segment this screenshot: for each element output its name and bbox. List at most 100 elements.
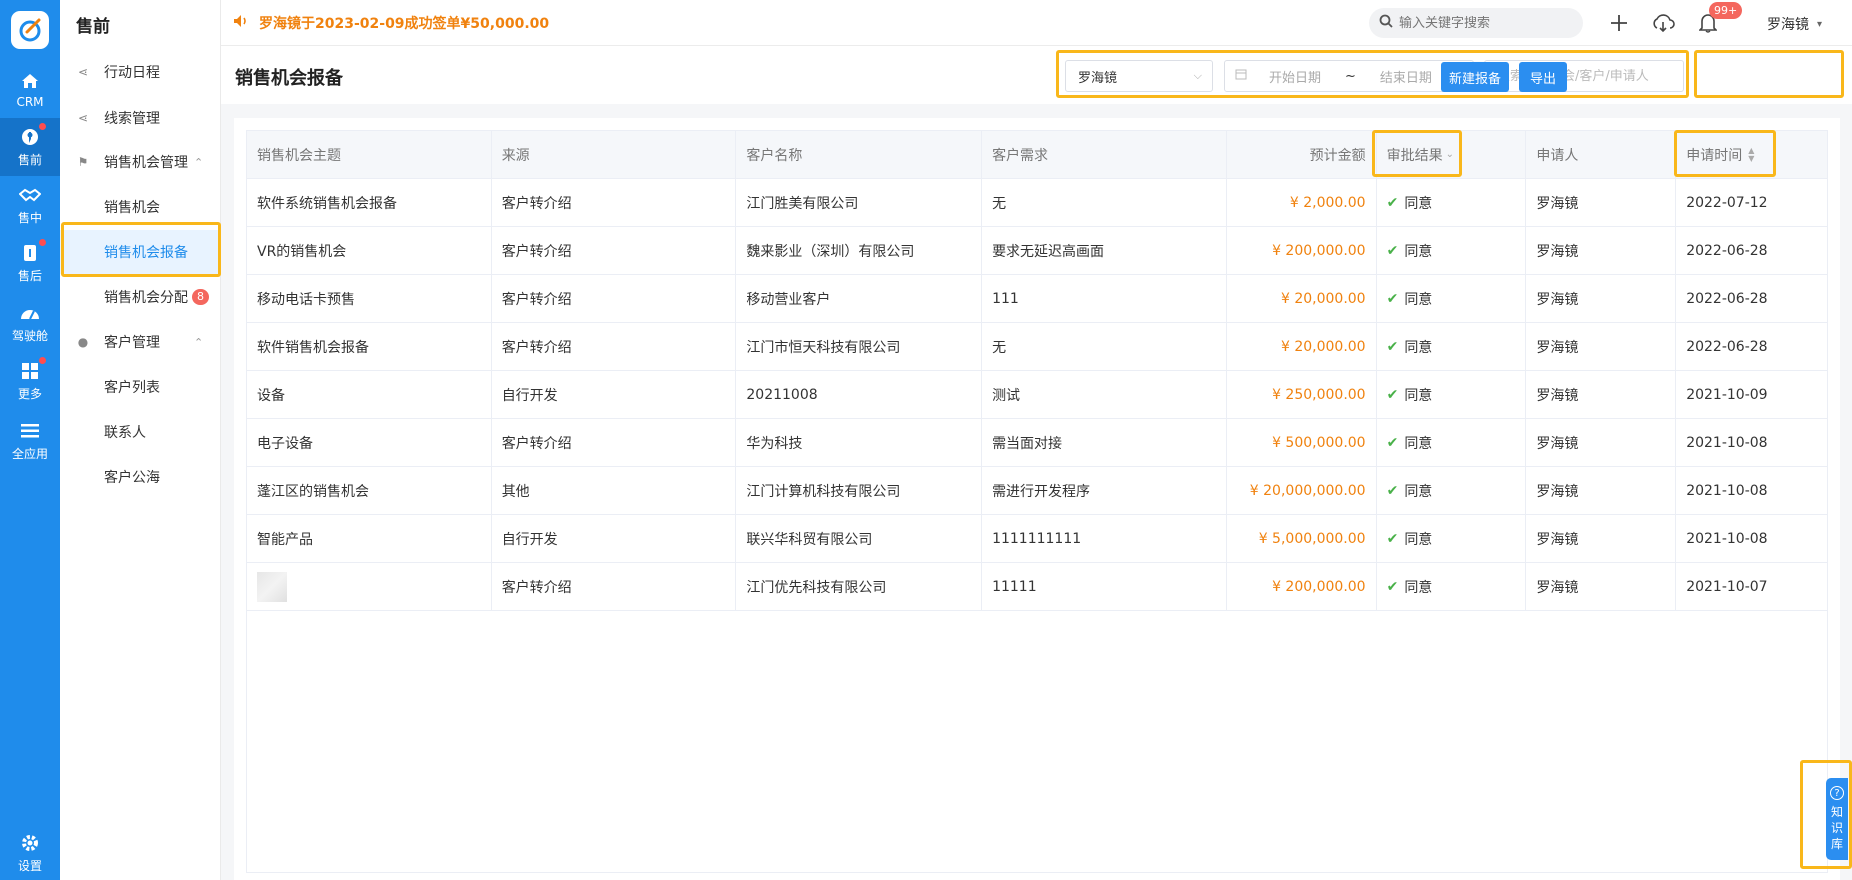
cell-topic[interactable]: VR的销售机会 (247, 227, 492, 274)
rail-item-crm[interactable]: CRM (0, 60, 60, 118)
cell-amount: ¥ 20,000.00 (1227, 275, 1377, 322)
cell-customer: 江门优先科技有限公司 (736, 563, 983, 610)
table-row[interactable]: VR的销售机会 客户转介绍 魏来影业（深圳）有限公司 要求无延迟高画面 ¥ 200,00… (247, 227, 1827, 275)
cell-amount: ¥ 20,000,000.00 (1227, 467, 1377, 514)
column-header: 来源 (492, 131, 737, 178)
cell-topic[interactable]: 软件系统销售机会报备 (247, 179, 492, 226)
calendar-icon (1235, 68, 1247, 84)
table-body: 软件系统销售机会报备 客户转介绍 江门胜美有限公司无 ¥ 2,000.00 ✔ 同意 罗海镜… (247, 179, 1827, 611)
sidebar-item-label: 销售机会 (104, 200, 160, 216)
handshake-icon (19, 184, 41, 206)
rail-item-label: 售前 (17, 153, 42, 167)
rail-item-label: 更多 (17, 387, 42, 401)
gear-icon (19, 832, 41, 854)
sidebar-item-leads[interactable]: ⋖ 线索管理 (60, 96, 221, 140)
table-row[interactable]: 设备 自行开发 20211008 测试 ¥ 250,000.00 ✔ 同意 罗海镜 2021-1… (247, 371, 1827, 419)
caret-down-icon: ▾ (1817, 18, 1823, 30)
cell-need: 需进行开发程序 (982, 467, 1227, 514)
rail-item-label: CRM (16, 94, 44, 109)
cloud-download-icon[interactable] (1650, 10, 1676, 36)
sidebar-item-label: 客户列表 (104, 380, 160, 396)
search-input[interactable] (1399, 15, 1569, 31)
count-badge: 8 (192, 289, 209, 305)
sidebar-item-label: 客户公海 (104, 470, 160, 486)
knowledge-base-button[interactable]: ? 知 识 库 (1826, 778, 1848, 860)
sidebar-item-opportunity-report[interactable]: 销售机会报备 (60, 230, 221, 274)
sort-icon[interactable]: ▲ ▼ (1748, 146, 1754, 163)
rail-item-insale[interactable]: 售中 (0, 176, 60, 234)
cell-result: ✔ 同意 (1377, 179, 1527, 226)
table-row[interactable]: 移动电话卡预售 客户转介绍 移动营业客户 111 ¥ 20,000.00 ✔ 同意 罗海镜 20… (247, 275, 1827, 323)
sidebar-group-customer[interactable]: ● 客户管理 ⌃ (60, 320, 221, 364)
rail-item-all-apps[interactable]: 全应用 (0, 412, 60, 470)
sidebar-item-schedule[interactable]: ⋖ 行动日程 (60, 50, 221, 94)
new-report-button[interactable]: 新建报备 (1441, 62, 1509, 92)
user-menu[interactable]: 罗海镜 ▾ (1767, 14, 1822, 34)
column-header-result[interactable]: 审批结果 ⌄ (1377, 131, 1527, 178)
cell-customer: 移动营业客户 (736, 275, 983, 322)
filter-chevron-icon[interactable]: ⌄ (1446, 149, 1454, 160)
result-text: 同意 (1404, 483, 1433, 500)
sidebar-item-contacts[interactable]: 联系人 (60, 410, 221, 454)
cell-topic[interactable]: 移动电话卡预售 (247, 275, 492, 322)
bell-icon[interactable]: 99+ (1695, 2, 1743, 36)
cell-applicant: 罗海镜 (1526, 323, 1677, 370)
rail-item-more[interactable]: 更多 (0, 352, 60, 410)
date-range-picker[interactable]: 开始日期 ~ 结束日期 (1224, 60, 1474, 92)
cell-need: 无 (982, 323, 1227, 370)
table-row[interactable]: 客户转介绍 江门优先科技有限公司 11111 ¥ 200,000.00 ✔ 同意 罗海镜 20… (247, 563, 1827, 611)
sidebar-item-customer-pool[interactable]: 客户公海 (60, 455, 221, 499)
sidebar-item-opportunity[interactable]: 销售机会 (60, 185, 221, 229)
table-row[interactable]: 软件销售机会报备 客户转介绍 江门市恒天科技有限公司无 ¥ 20,000.00 ✔ 同意 罗… (247, 323, 1827, 371)
result-text: 同意 (1404, 579, 1433, 596)
cell-topic[interactable]: 软件销售机会报备 (247, 323, 492, 370)
cell-applicant: 罗海镜 (1526, 419, 1677, 466)
cell-applicant: 罗海镜 (1526, 515, 1677, 562)
table-row[interactable]: 蓬江区的销售机会 其他 江门计算机科技有限公司 需进行开发程序 ¥ 20,000,000… (247, 467, 1827, 515)
app-logo-icon[interactable] (11, 11, 49, 49)
cell-topic[interactable]: 电子设备 (247, 419, 492, 466)
rail-item-cockpit[interactable]: 驾驶舱 (0, 294, 60, 352)
cell-date: 2021-10-07 (1686, 578, 1768, 595)
cell-source: 自行开发 (492, 515, 737, 562)
sidebar-item-label: 客户管理 (104, 335, 160, 351)
rail-item-settings[interactable]: 设置 (0, 824, 60, 880)
dashboard-icon (19, 302, 41, 324)
cell-topic[interactable]: 智能产品 (247, 515, 492, 562)
new-dot (39, 239, 46, 246)
cell-date: 2021-10-08 (1686, 482, 1768, 499)
export-button[interactable]: 导出 (1519, 62, 1567, 92)
global-search[interactable] (1369, 8, 1583, 38)
new-dot (39, 123, 46, 130)
table-row[interactable]: 智能产品 自行开发 联兴华科贸有限公司 1111111111 ¥ 5,000,000.0… (247, 515, 1827, 563)
sidebar-title: 售前 (76, 17, 110, 37)
sidebar-item-opportunity-assign[interactable]: 销售机会分配 8 (60, 275, 221, 319)
cell-topic[interactable]: 设备 (247, 371, 492, 418)
cell-applicant: 罗海镜 (1526, 371, 1677, 418)
rail-item-presale[interactable]: 售前 (0, 118, 60, 176)
column-header-date[interactable]: 申请时间 ▲ ▼ (1676, 131, 1827, 178)
chevron-down-icon: ⌵ (1193, 69, 1202, 82)
sidebar-group-opportunity[interactable]: ⚑ 销售机会管理 ⌃ (60, 140, 221, 184)
add-icon[interactable] (1606, 10, 1632, 36)
person-select[interactable]: 罗海镜 ⌵ (1065, 60, 1213, 92)
keyword-search[interactable] (1484, 60, 1684, 92)
cell-date: 2022-06-28 (1686, 242, 1768, 259)
start-date[interactable]: 开始日期 (1269, 67, 1321, 86)
cell-topic[interactable]: 蓬江区的销售机会 (247, 467, 492, 514)
new-dot (39, 357, 46, 364)
cell-amount: ¥ 2,000.00 (1227, 179, 1377, 226)
cell-result: ✔ 同意 (1377, 419, 1527, 466)
cell-customer: 魏来影业（深圳）有限公司 (736, 227, 983, 274)
cell-amount: ¥ 200,000.00 (1227, 563, 1377, 610)
result-text: 同意 (1404, 387, 1433, 404)
table-row[interactable]: 软件系统销售机会报备 客户转介绍 江门胜美有限公司无 ¥ 2,000.00 ✔ 同意 罗海镜… (247, 179, 1827, 227)
cell-source: 客户转介绍 (492, 563, 737, 610)
top-header: 罗海镜于2023-02-09成功签单¥50,000.00 99+ 罗海镜 ▾ (221, 0, 1852, 46)
sidebar-item-customer-list[interactable]: 客户列表 (60, 365, 221, 409)
menu-icon (19, 420, 41, 442)
rail-item-aftersale[interactable]: 售后 (0, 234, 60, 292)
table-row[interactable]: 电子设备 客户转介绍 华为科技 需当面对接 ¥ 500,000.00 ✔ 同意 罗海镜 2021… (247, 419, 1827, 467)
result-text: 同意 (1404, 339, 1433, 356)
end-date[interactable]: 结束日期 (1380, 67, 1432, 86)
